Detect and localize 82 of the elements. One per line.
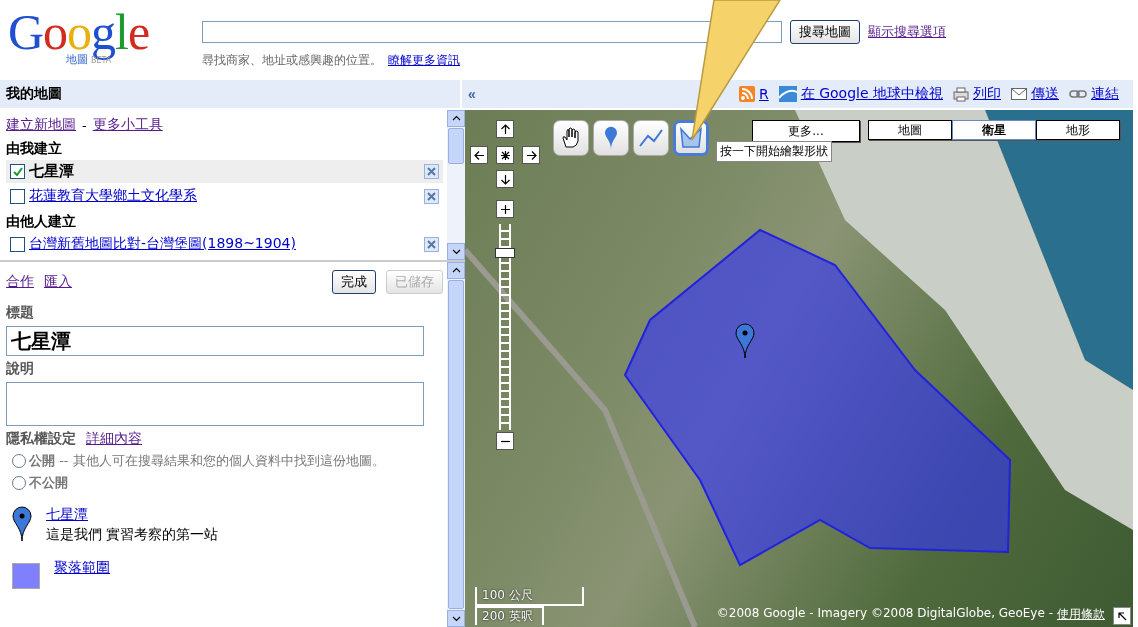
map-link[interactable]: 台灣新舊地圖比對-台灣堡圖(1898~1904) — [29, 235, 296, 251]
section-heading: 由我建立 — [6, 140, 63, 158]
scrollbar-thumb[interactable] — [448, 128, 464, 164]
search-hint: 尋找商家、地址或感興趣的位置。 — [202, 52, 382, 69]
checkbox[interactable] — [10, 164, 25, 179]
checkbox[interactable] — [10, 236, 25, 252]
pan-center-button[interactable] — [496, 146, 514, 164]
pan-left-button[interactable] — [470, 146, 488, 164]
toolbar-link[interactable]: 傳送 — [1031, 85, 1059, 103]
pan-down-button[interactable] — [496, 170, 514, 188]
zoom-out-button[interactable] — [496, 432, 514, 450]
field-label: 標題 — [6, 304, 35, 322]
details-link[interactable]: 詳細內容 — [86, 430, 142, 448]
chain-link-icon — [1069, 89, 1087, 99]
separator: - — [82, 117, 87, 133]
radio-label: 不公開 — [29, 474, 68, 492]
section-heading: 由他人建立 — [6, 213, 77, 231]
field-label: 說明 — [6, 360, 35, 378]
plus-icon — [499, 203, 511, 215]
tooltip: 按一下開始繪製形狀 — [716, 141, 832, 162]
checkbox[interactable] — [10, 188, 25, 204]
search-button[interactable]: 搜尋地圖 — [790, 20, 860, 44]
shape-icon — [679, 127, 703, 149]
map-type-button[interactable]: 地形 — [1036, 120, 1120, 140]
copyright-text: ©2008 Google - Imagery ©2008 DigitalGlobe, GeoEye - — [716, 606, 1053, 622]
more-button[interactable]: 更多... — [752, 120, 860, 142]
more-gadgets-link[interactable]: 更多小工具 — [92, 116, 163, 134]
learn-more-link[interactable]: 瞭解更多資訊 — [388, 52, 460, 69]
map-type-button[interactable]: 地圖 — [868, 120, 952, 140]
line-icon — [638, 128, 664, 148]
description-field[interactable] — [6, 382, 424, 426]
polygon-shape[interactable] — [623, 228, 1011, 567]
delete-icon[interactable] — [424, 164, 439, 179]
search-options-link[interactable]: 顯示搜尋選項 — [868, 23, 946, 41]
envelope-icon — [1011, 88, 1027, 100]
delete-icon[interactable] — [424, 236, 439, 252]
scale-label: 100 公尺 — [475, 587, 584, 606]
radio-button[interactable] — [12, 476, 26, 490]
feature-description: 這是我們 實習考察的第一站 — [46, 526, 219, 544]
radio-label: 公開 -- 其他人可在搜尋結果和您的個人資料中找到這份地圖。 — [29, 452, 385, 470]
star-burst-icon — [499, 149, 511, 161]
rss-icon — [739, 86, 755, 102]
arrow-left-icon — [473, 149, 485, 161]
map-title: 七星潭 — [29, 162, 74, 180]
scale-label: 200 英呎 — [475, 606, 544, 625]
earth-icon — [778, 86, 797, 102]
map-marker-icon — [735, 323, 755, 359]
collapse-button[interactable]: « — [462, 80, 482, 108]
feature-link[interactable]: 七星潭 — [46, 506, 219, 524]
scrollbar[interactable] — [447, 262, 465, 627]
privacy-label: 隱私權設定 — [6, 430, 76, 448]
import-link[interactable]: 匯入 — [44, 273, 72, 291]
print-icon — [953, 86, 969, 102]
terms-link[interactable]: 使用條款 — [1057, 606, 1105, 623]
scrollbar[interactable] — [447, 110, 465, 260]
toolbar-link[interactable]: R — [759, 86, 769, 102]
drawing-tool-button[interactable] — [553, 120, 589, 156]
map-link[interactable]: 花蓮教育大學鄉土文化學系 — [29, 187, 197, 203]
zoom-thumb[interactable] — [495, 247, 515, 258]
pin-icon — [12, 506, 32, 542]
toolbar-link[interactable]: 在 Google 地球中檢視 — [800, 85, 943, 103]
pan-right-button[interactable] — [522, 146, 540, 164]
radio-button[interactable] — [12, 454, 26, 468]
pan-up-button[interactable] — [496, 120, 514, 138]
done-button[interactable]: 完成 — [332, 270, 376, 294]
search-field[interactable] — [202, 21, 782, 43]
arrow-right-icon — [525, 149, 537, 161]
arrow-up-icon — [499, 123, 511, 135]
hand-icon — [560, 127, 582, 149]
map-type-button[interactable]: 衛星 — [952, 120, 1036, 140]
zoom-in-button[interactable] — [496, 200, 514, 218]
feature-link[interactable]: 聚落範圍 — [54, 559, 110, 577]
toolbar-link[interactable]: 連結 — [1091, 85, 1119, 103]
create-map-link[interactable]: 建立新地圖 — [6, 116, 76, 134]
delete-icon[interactable] — [424, 188, 439, 204]
collaborate-link[interactable]: 合作 — [6, 273, 34, 291]
title-field[interactable]: 七星潭 — [6, 326, 424, 356]
toolbar-link[interactable]: 列印 — [973, 85, 1001, 103]
scrollbar-thumb[interactable] — [448, 280, 464, 609]
panel-title: 我的地圖 — [6, 85, 62, 103]
logo-subtitle: 地圖 — [66, 52, 88, 67]
arrow-down-icon — [499, 173, 511, 185]
